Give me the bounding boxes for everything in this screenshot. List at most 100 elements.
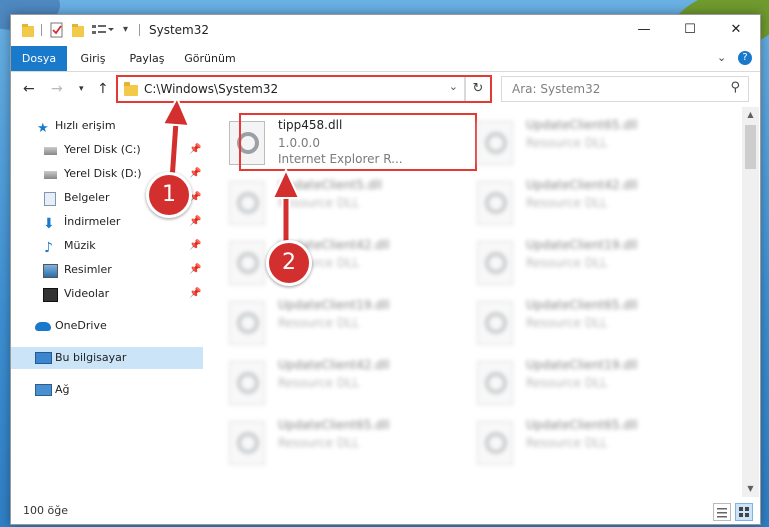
sidebar-item-label: İndirmeler — [64, 215, 121, 228]
list-item[interactable]: UpdateClient19.dll Resource DLL — [207, 295, 447, 351]
file-name: UpdateClient19.dll — [526, 238, 638, 252]
scroll-down-icon[interactable]: ▼ — [742, 481, 759, 497]
sidebar-item-onedrive[interactable]: OneDrive — [11, 315, 203, 337]
details-view-icon[interactable] — [713, 503, 731, 521]
list-item[interactable]: UpdateClient42.dll Resource DLL — [455, 175, 695, 231]
cloud-icon — [35, 322, 51, 331]
list-item[interactable]: UpdateClient19.dll Resource DLL — [455, 235, 695, 291]
pin-icon[interactable]: 📌 — [189, 259, 201, 281]
list-item[interactable]: UpdateClient65.dll Resource DLL — [207, 415, 447, 471]
dll-file-icon — [229, 361, 265, 405]
sidebar-item-label: Yerel Disk (C:) — [64, 143, 141, 156]
sidebar-item-pictures[interactable]: Resimler 📌 — [11, 259, 203, 281]
customize-toolbar-icon[interactable]: ▾ — [123, 24, 128, 40]
file-name: UpdateClient65.dll — [526, 118, 638, 132]
forward-arrow-icon[interactable]: → — [51, 81, 63, 97]
file-name: UpdateClient65.dll — [278, 418, 390, 432]
window-title: System32 — [149, 23, 210, 37]
tab-home[interactable]: Giriş — [67, 46, 119, 71]
list-item[interactable]: UpdateClient42.dll Resource DLL — [207, 235, 447, 291]
sidebar-item-local-disk-c[interactable]: Yerel Disk (C:) 📌 — [11, 139, 203, 161]
file-name: UpdateClient19.dll — [278, 298, 390, 312]
search-icon[interactable]: ⚲ — [730, 80, 740, 95]
close-button[interactable]: ✕ — [713, 15, 759, 46]
sidebar-item-this-pc[interactable]: Bu bilgisayar — [11, 347, 203, 369]
title-bar: ▾ System32 — ☐ ✕ — [11, 15, 760, 46]
scroll-thumb[interactable] — [745, 125, 756, 169]
list-item[interactable]: UpdateClient65.dll Resource DLL — [455, 295, 695, 351]
tab-share[interactable]: Paylaş — [119, 46, 175, 71]
file-name: UpdateClient5.dll — [278, 178, 382, 192]
download-icon: ⬇ — [43, 216, 55, 232]
sidebar-item-label: Hızlı erişim — [55, 119, 116, 132]
folder-icon — [21, 22, 35, 38]
item-count: 100 öğe — [23, 504, 68, 517]
sidebar-item-videos[interactable]: Videolar 📌 — [11, 283, 203, 305]
address-path: C:\Windows\System32 — [144, 82, 279, 96]
pin-icon[interactable]: 📌 — [189, 163, 201, 185]
large-icons-view-icon[interactable] — [735, 503, 753, 521]
tab-file[interactable]: Dosya — [11, 46, 67, 71]
list-item[interactable]: UpdateClient19.dll Resource DLL — [455, 355, 695, 411]
sidebar-item-label: Resimler — [64, 263, 112, 276]
dll-file-icon — [229, 241, 265, 285]
scroll-up-icon[interactable]: ▲ — [742, 107, 759, 123]
list-item[interactable]: tipp458.dll 1.0.0.0 Internet Explorer R.… — [207, 115, 447, 171]
explorer-window: ▾ System32 — ☐ ✕ Dosya Giriş Paylaş Görü… — [10, 14, 761, 525]
minimize-button[interactable]: — — [621, 15, 667, 46]
music-icon: ♪ — [44, 240, 53, 256]
expand-ribbon-icon[interactable]: ⌄ — [717, 51, 726, 64]
file-description: Resource DLL — [526, 196, 608, 210]
help-icon[interactable]: ? — [738, 51, 752, 65]
new-folder-icon[interactable] — [71, 22, 85, 38]
file-description: Resource DLL — [278, 436, 360, 450]
videos-icon — [43, 288, 58, 302]
pin-icon[interactable]: 📌 — [189, 235, 201, 257]
sidebar-item-quick-access[interactable]: ★ Hızlı erişim — [11, 115, 203, 137]
sidebar-item-label: Ağ — [55, 383, 70, 396]
dll-file-icon — [477, 241, 513, 285]
file-list: tipp458.dll 1.0.0.0 Internet Explorer R.… — [207, 107, 741, 487]
vertical-scrollbar[interactable]: ▲ ▼ — [742, 107, 759, 497]
list-item[interactable]: UpdateClient65.dll Resource DLL — [455, 115, 695, 171]
status-bar: 100 öğe — [11, 499, 760, 524]
refresh-button[interactable]: ↻ — [465, 76, 491, 102]
sidebar-item-music[interactable]: ♪ Müzik 📌 — [11, 235, 203, 257]
navigation-bar: ← → ▾ ↑ C:\Windows\System32 ⌄ ↻ Ara: Sys… — [11, 72, 760, 106]
file-name: UpdateClient42.dll — [278, 358, 390, 372]
dll-file-icon — [477, 421, 513, 465]
address-bar[interactable]: C:\Windows\System32 ⌄ — [117, 76, 465, 102]
list-item[interactable]: UpdateClient5.dll Resource DLL — [207, 175, 447, 231]
documents-icon — [44, 192, 56, 206]
separator — [41, 24, 42, 36]
pin-icon[interactable]: 📌 — [189, 211, 201, 233]
view-options-icon[interactable] — [91, 22, 115, 38]
maximize-button[interactable]: ☐ — [667, 15, 713, 46]
list-item[interactable]: UpdateClient42.dll Resource DLL — [207, 355, 447, 411]
search-box[interactable]: Ara: System32 ⚲ — [501, 76, 749, 102]
folder-icon — [124, 82, 138, 96]
chevron-down-icon[interactable]: ⌄ — [449, 80, 458, 93]
properties-icon[interactable] — [49, 22, 65, 38]
tab-view[interactable]: Görünüm — [175, 46, 245, 71]
dll-file-icon — [229, 121, 265, 165]
star-icon: ★ — [37, 121, 49, 136]
recent-locations-icon[interactable]: ▾ — [79, 84, 84, 94]
file-description: Resource DLL — [526, 136, 608, 150]
pin-icon[interactable]: 📌 — [189, 139, 201, 161]
file-name: UpdateClient19.dll — [526, 358, 638, 372]
file-description: Internet Explorer R... — [278, 152, 403, 166]
sidebar-item-label: Belgeler — [64, 191, 110, 204]
sidebar-item-network[interactable]: Ağ — [11, 379, 203, 401]
up-arrow-icon[interactable]: ↑ — [97, 81, 109, 97]
back-arrow-icon[interactable]: ← — [23, 81, 35, 97]
search-input[interactable]: Ara: System32 — [512, 82, 600, 96]
pin-icon[interactable]: 📌 — [189, 283, 201, 305]
dll-file-icon — [229, 301, 265, 345]
list-item[interactable]: UpdateClient65.dll Resource DLL — [455, 415, 695, 471]
dll-file-icon — [229, 181, 265, 225]
dll-file-icon — [477, 181, 513, 225]
ribbon-tabs: Dosya Giriş Paylaş Görünüm ⌄ ? — [11, 46, 760, 72]
network-icon — [35, 384, 52, 396]
file-description: Resource DLL — [526, 436, 608, 450]
